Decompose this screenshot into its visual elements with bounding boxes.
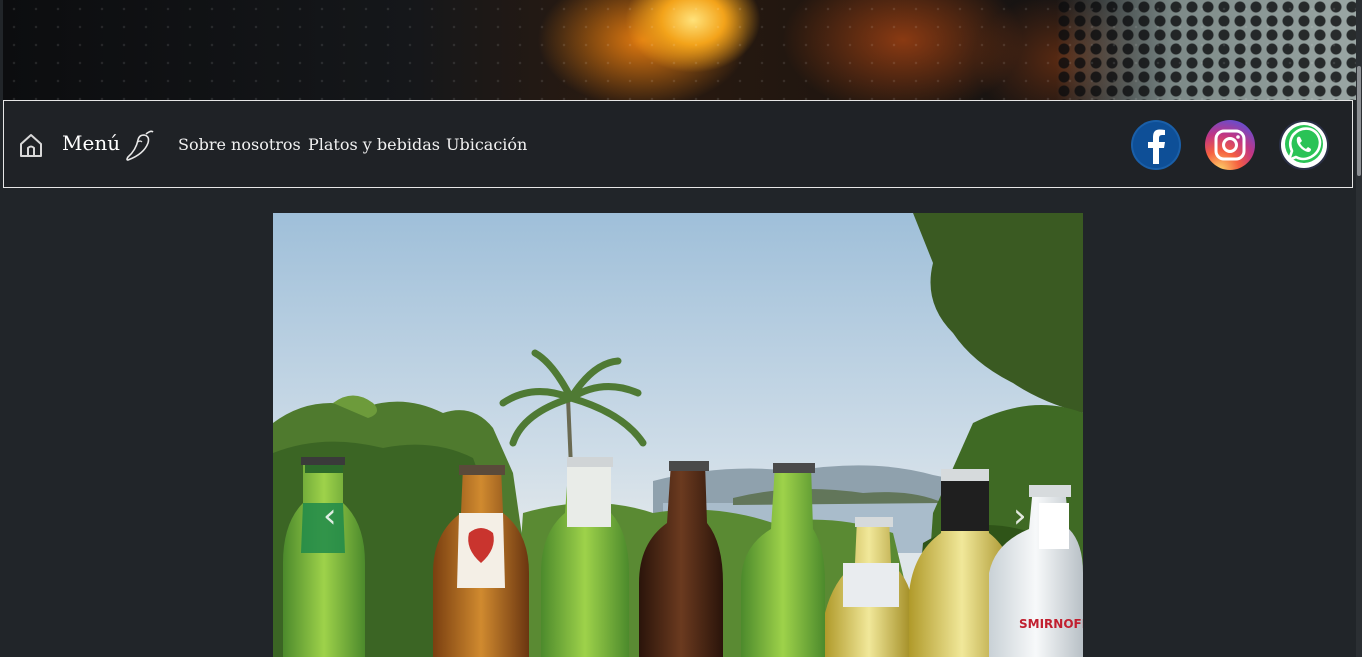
instagram-icon[interactable] (1204, 119, 1256, 171)
nav-link-platos-y-bebidas[interactable]: Platos y bebidas (308, 135, 440, 155)
smirnoff-label: SMIRNOFF ICE (1019, 617, 1083, 631)
chili-pepper-icon (126, 130, 154, 161)
carousel-next-button[interactable]: › (1013, 499, 1027, 533)
main-navbar: Menú Sobre nosotros Platos y bebidas Ubi… (3, 100, 1353, 188)
home-icon[interactable] (18, 132, 44, 158)
fire-banner-image (3, 0, 1356, 100)
carousel-prev-button[interactable]: ‹ (323, 499, 337, 533)
facebook-icon[interactable] (1130, 119, 1182, 171)
drinks-photo-carousel[interactable]: SMIRNOFF ICE ‹ › (273, 213, 1083, 657)
scrollbar-thumb[interactable] (1357, 66, 1361, 176)
nav-link-sobre-nosotros[interactable]: Sobre nosotros (178, 135, 301, 155)
whatsapp-icon[interactable] (1278, 119, 1330, 171)
beer-bottles-photo: SMIRNOFF ICE (273, 213, 1083, 657)
nav-link-ubicacion[interactable]: Ubicación (446, 135, 527, 155)
menu-title: Menú (62, 131, 121, 155)
